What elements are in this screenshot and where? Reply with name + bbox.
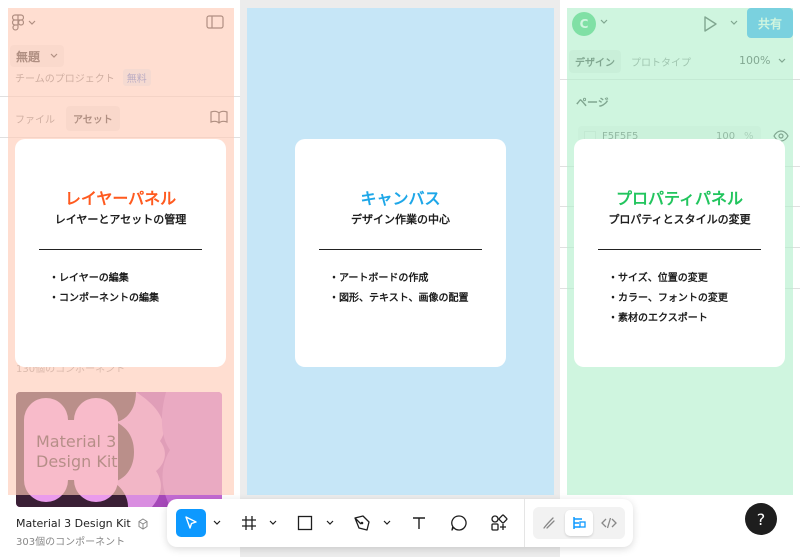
card-list-item: ・素材のエクスポート xyxy=(608,313,708,324)
comment-tool-button[interactable] xyxy=(445,509,473,537)
zoom-value: 100% xyxy=(739,54,771,67)
cursor-arrow-icon xyxy=(185,516,197,529)
card-title: キャンバス xyxy=(360,189,441,208)
left-tabs: ファイル アセット xyxy=(8,106,120,131)
project-title: 無題 xyxy=(16,49,41,64)
present-play-icon[interactable] xyxy=(702,15,718,33)
kit-thumbnail-text: Material 3 Design Kit xyxy=(36,432,118,471)
dev-mode-button[interactable] xyxy=(595,510,623,536)
card-divider xyxy=(39,249,202,250)
shape-tool-button[interactable] xyxy=(291,509,319,537)
divider xyxy=(0,96,240,97)
frame-hash-icon xyxy=(242,516,256,530)
code-brackets-icon xyxy=(601,517,617,529)
comment-bubble-icon xyxy=(451,515,467,531)
main-menu-button[interactable] xyxy=(12,14,36,32)
tab-assets[interactable]: アセット xyxy=(66,106,120,131)
frame-tool-button[interactable] xyxy=(235,509,263,537)
design-mode-button[interactable] xyxy=(565,510,593,536)
card-list: ・アートボードの作成 ・図形、テキスト、画像の配置 xyxy=(329,269,469,309)
plan-badge[interactable]: 無料 xyxy=(122,69,151,86)
canvas-card: キャンバス デザイン作業の中心 ・アートボードの作成 ・図形、テキスト、画像の配… xyxy=(295,139,506,367)
card-subtitle: レイヤーとアセットの管理 xyxy=(54,213,187,226)
card-subtitle: プロパティとスタイルの変更 xyxy=(608,213,751,226)
card-list-item: ・図形、テキスト、画像の配置 xyxy=(329,293,469,304)
pen-tool-button[interactable] xyxy=(348,509,376,537)
tab-design[interactable]: デザイン xyxy=(569,50,621,73)
kit-name[interactable]: Material 3 Design Kit xyxy=(16,517,149,530)
card-list-item: ・カラー、フォントの変更 xyxy=(608,293,728,304)
card-divider xyxy=(598,249,761,250)
divider xyxy=(560,79,800,80)
project-title-button[interactable]: 無題 xyxy=(10,45,65,67)
card-list-item: ・アートボードの作成 xyxy=(329,273,429,284)
figma-logo-icon xyxy=(12,14,24,31)
help-button[interactable]: ? xyxy=(745,503,777,535)
chevron-down-icon[interactable] xyxy=(269,520,277,526)
mode-switcher xyxy=(533,507,625,539)
chevron-down-icon[interactable] xyxy=(326,520,334,526)
card-list-item: ・サイズ、位置の変更 xyxy=(608,273,708,284)
text-t-icon xyxy=(413,517,425,529)
tab-prototype[interactable]: プロトタイプ xyxy=(625,50,697,73)
divider xyxy=(0,137,240,138)
card-subtitle: デザイン作業の中心 xyxy=(351,213,450,226)
layer-panel-card: レイヤーパネル レイヤーとアセットの管理 ・レイヤーの編集 ・コンポーネントの編… xyxy=(15,139,226,367)
draw-mode-button[interactable] xyxy=(535,510,563,536)
card-list-item: ・レイヤーの編集 xyxy=(49,273,129,284)
move-tool-button[interactable] xyxy=(176,509,206,537)
team-project-label: チームのプロジェクト xyxy=(15,74,115,85)
pen-nib-icon xyxy=(354,515,370,531)
library-book-icon[interactable] xyxy=(210,110,228,124)
share-button[interactable]: 共有 xyxy=(747,8,793,38)
tab-file[interactable]: ファイル xyxy=(8,106,62,131)
card-list-item: ・コンポーネントの編集 xyxy=(49,293,159,304)
kit-thumbnail[interactable]: Material 3 Design Kit xyxy=(16,392,222,507)
sidebar-toggle-icon[interactable] xyxy=(206,15,224,29)
chevron-down-icon xyxy=(50,53,58,58)
actions-tool-button[interactable] xyxy=(485,509,513,537)
card-title: プロパティパネル xyxy=(615,189,744,208)
toolbar-divider xyxy=(524,499,525,547)
page-section-title: ページ xyxy=(576,96,609,109)
actions-grid-icon xyxy=(491,514,508,531)
card-divider xyxy=(319,249,482,250)
chevron-down-icon[interactable] xyxy=(600,19,608,25)
library-icon xyxy=(138,517,148,530)
draw-pencil-icon xyxy=(543,517,555,529)
user-avatar[interactable]: C xyxy=(572,12,596,36)
chevron-down-icon[interactable] xyxy=(213,520,221,526)
chevron-down-icon xyxy=(28,20,36,25)
chevron-down-icon[interactable] xyxy=(383,520,391,526)
card-title: レイヤーパネル xyxy=(64,189,177,208)
design-layout-icon xyxy=(573,517,586,529)
chevron-down-icon xyxy=(779,58,786,63)
card-list: ・レイヤーの編集 ・コンポーネントの編集 xyxy=(49,269,159,309)
card-list: ・サイズ、位置の変更 ・カラー、フォントの変更 ・素材のエクスポート xyxy=(608,269,728,329)
zoom-dropdown[interactable]: 100% xyxy=(739,54,786,67)
project-subtitle: チームのプロジェクト 無料 xyxy=(15,69,151,86)
chevron-down-icon[interactable] xyxy=(730,20,738,26)
bottom-toolbar xyxy=(167,499,633,547)
right-tabs: デザイン プロトタイプ xyxy=(569,50,697,73)
text-tool-button[interactable] xyxy=(405,509,433,537)
kit-component-count: 303個のコンポーネント xyxy=(16,537,126,548)
rectangle-icon xyxy=(297,515,313,531)
property-panel-card: プロパティパネル プロパティとスタイルの変更 ・サイズ、位置の変更 ・カラー、フ… xyxy=(574,139,785,367)
